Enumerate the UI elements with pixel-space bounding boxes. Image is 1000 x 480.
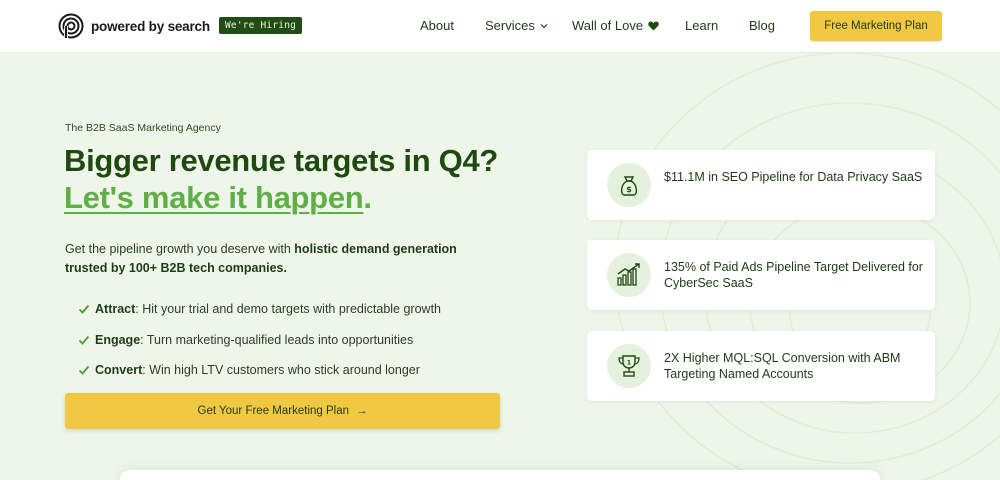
list-item: Convert: Win high LTV customers who stic… xyxy=(78,355,441,386)
benefit-text: : Turn marketing-qualified leads into op… xyxy=(140,332,414,347)
nav-item-label: Wall of Love xyxy=(572,18,644,33)
hero-headline-period: . xyxy=(363,180,372,215)
stat-text: 135% of Paid Ads Pipeline Target Deliver… xyxy=(664,260,923,290)
svg-text:1: 1 xyxy=(627,360,631,367)
benefit-title: Engage xyxy=(95,332,141,347)
arrow-right-icon: → xyxy=(356,405,368,417)
growth-chart-icon xyxy=(607,253,651,297)
hero-intro-text: Get the pipeline growth you deserve with xyxy=(65,242,295,256)
next-section-edge xyxy=(120,470,880,480)
logo-mark-icon xyxy=(58,13,84,39)
nav-item-label: Blog xyxy=(749,18,776,33)
checkmark-icon xyxy=(78,305,90,315)
checkmark-icon xyxy=(78,366,90,376)
svg-text:$: $ xyxy=(626,185,632,194)
hero-headline: Bigger revenue targets in Q4? xyxy=(64,143,499,178)
hero-intro: Get the pipeline growth you deserve with… xyxy=(65,240,495,277)
list-item: Engage: Turn marketing-qualified leads i… xyxy=(78,325,441,356)
trophy-icon: 1 xyxy=(607,344,651,388)
nav-item-learn[interactable]: Learn xyxy=(685,18,718,33)
list-item: Attract: Hit your trial and demo targets… xyxy=(78,294,441,325)
stat-card: 135% of Paid Ads Pipeline Target Deliver… xyxy=(587,240,935,310)
benefit-text: : Hit your trial and demo targets with p… xyxy=(135,302,441,317)
stat-text: $11.1M in SEO Pipeline for Data Privacy … xyxy=(664,170,923,184)
stat-text: 2X Higher MQL:SQL Conversion with ABM Ta… xyxy=(664,351,901,381)
nav-item-label: Learn xyxy=(685,18,719,33)
chevron-down-icon xyxy=(540,23,548,28)
nav-item-services[interactable]: Services xyxy=(485,18,548,33)
nav-item-label: Services xyxy=(485,18,535,33)
hero-eyebrow: The B2B SaaS Marketing Agency xyxy=(65,122,221,134)
nav-item-about[interactable]: About xyxy=(420,18,454,33)
hero-headline-link-line: Let's make it happen. xyxy=(64,180,372,216)
nav-item-blog[interactable]: Blog xyxy=(749,18,775,33)
brand-logo[interactable]: powered by search xyxy=(58,13,210,39)
benefit-title: Attract xyxy=(95,302,136,317)
free-marketing-plan-button[interactable]: Free Marketing Plan xyxy=(810,11,942,41)
stat-card: $ $11.1M in SEO Pipeline for Data Privac… xyxy=(587,150,935,220)
money-bag-icon: $ xyxy=(607,163,651,207)
heart-icon xyxy=(648,21,659,30)
benefit-title: Convert xyxy=(95,363,143,378)
site-header: powered by search We're Hiring About Ser… xyxy=(0,0,1000,53)
benefit-text: : Win high LTV customers who stick aroun… xyxy=(142,363,420,378)
hero-headline-link[interactable]: Let's make it happen xyxy=(64,180,364,215)
cta-label: Get Your Free Marketing Plan xyxy=(197,405,350,417)
get-free-marketing-plan-button[interactable]: Get Your Free Marketing Plan → xyxy=(65,393,500,429)
hiring-badge[interactable]: We're Hiring xyxy=(219,17,303,34)
nav-item-label: About xyxy=(420,18,454,33)
benefit-list: Attract: Hit your trial and demo targets… xyxy=(78,294,441,386)
brand-name: powered by search xyxy=(91,18,210,34)
checkmark-icon xyxy=(78,335,90,345)
nav-item-wall-of-love[interactable]: Wall of Love xyxy=(572,18,659,33)
stat-card: 1 2X Higher MQL:SQL Conversion with ABM … xyxy=(587,331,935,401)
